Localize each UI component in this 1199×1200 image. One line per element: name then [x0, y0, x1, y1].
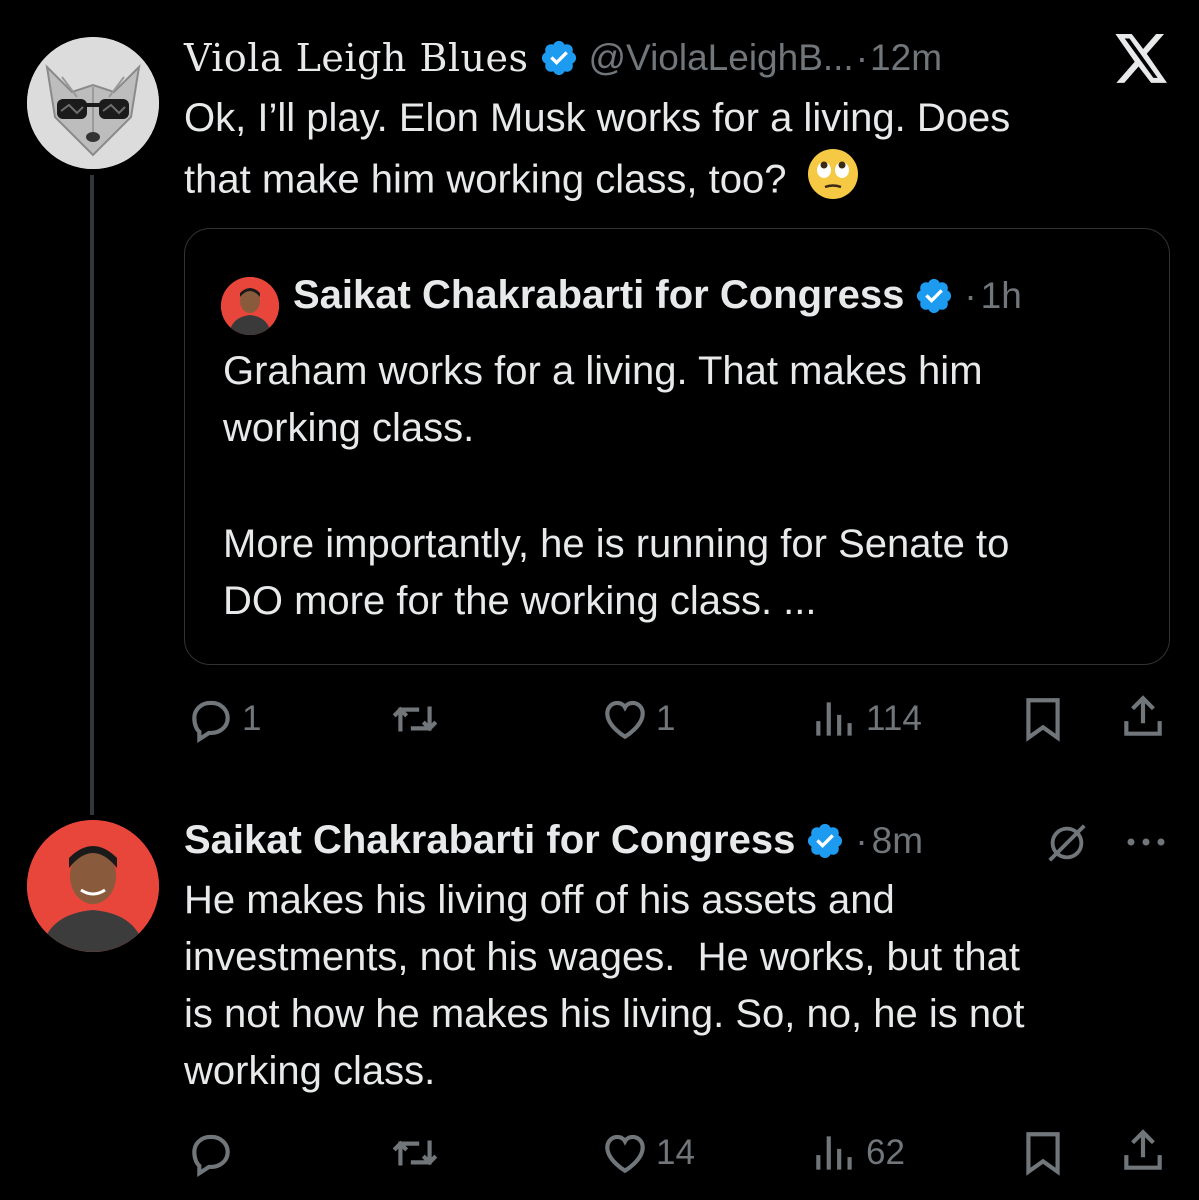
share-icon [1124, 1129, 1162, 1170]
person-avatar-image [221, 277, 279, 335]
tweet2-header: Saikat Chakrabarti for Congress · 8m [184, 818, 923, 863]
tweet1-share-button[interactable] [1118, 692, 1168, 742]
verified-badge-icon [541, 40, 576, 76]
tweet2-text-line2: investments, not his wages. He works, bu… [184, 935, 1020, 979]
tweet1-reply-button[interactable]: 1 [186, 694, 261, 744]
tweet1-view-count: 114 [866, 699, 922, 738]
tweet2-display-name[interactable]: Saikat Chakrabarti for Congress [184, 818, 795, 863]
quote-para2-line2: DO more for the working class. ... [223, 579, 817, 623]
person-avatar-image [27, 820, 159, 952]
tweet1-header: Viola Leigh Blues @ViolaLeighB... · 12m [184, 36, 942, 80]
tweet1-time[interactable]: 12m [870, 37, 942, 79]
eye-roll-emoji-image [807, 149, 858, 199]
bookmark-icon [1026, 698, 1060, 742]
x-logo-icon[interactable] [1114, 34, 1170, 84]
grok-icon[interactable] [1044, 820, 1090, 866]
quoted-tweet-card[interactable]: Saikat Chakrabarti for Congress · 1h Gra… [184, 228, 1170, 665]
tweet1-display-name[interactable]: Viola Leigh Blues [184, 36, 529, 80]
tweet1-text: Ok, I’ll play. Elon Musk works for a liv… [184, 90, 1174, 217]
thread-connector-line [90, 175, 94, 815]
repost-icon [392, 1140, 438, 1166]
quote-display-name: Saikat Chakrabarti for Congress [293, 273, 905, 317]
reply-icon [192, 1134, 230, 1178]
repost-icon [392, 706, 438, 732]
tweet2-like-button[interactable]: 14 [600, 1128, 695, 1178]
heart-icon [605, 1134, 645, 1174]
tweet2-like-count: 14 [656, 1133, 695, 1172]
tweet2-share-button[interactable] [1118, 1126, 1168, 1176]
tweet2-text-line4: working class. [184, 1049, 436, 1093]
tweet2-time[interactable]: 8m [872, 820, 923, 862]
quote-paragraph-gap [223, 457, 1153, 516]
quote-para1-line1: Graham works for a living. That makes hi… [223, 349, 983, 393]
heart-icon [605, 700, 645, 740]
quote-para1-line2: working class. [223, 406, 475, 450]
tweet2-view-count: 62 [866, 1133, 905, 1172]
wolf-avatar-image [27, 37, 159, 169]
share-icon [1124, 695, 1162, 736]
tweet2-bookmark-button[interactable] [1018, 1128, 1068, 1178]
tweet1-views-button[interactable]: 114 [810, 694, 922, 744]
verified-badge-icon [808, 823, 843, 858]
quote-time: 1h [980, 274, 1022, 316]
tweet1-text-line2-wrap: that make him working class, too? [184, 147, 1174, 217]
tweet1-repost-button[interactable] [390, 694, 446, 744]
tweet2-text-line1: He makes his living off of his assets an… [184, 878, 895, 922]
tweet1-text-line2: that make him working class, too? [184, 157, 787, 202]
bookmark-icon [1026, 1132, 1060, 1176]
quote-text: Graham works for a living. That makes hi… [223, 343, 1153, 630]
tweet2-views-button[interactable]: 62 [810, 1128, 905, 1178]
quote-avatar [221, 277, 279, 335]
tweet2-reply-button[interactable] [186, 1128, 242, 1178]
tweet1-reply-count: 1 [242, 699, 262, 738]
tweet1-handle[interactable]: @ViolaLeighB... [589, 37, 854, 79]
tweet1-like-button[interactable]: 1 [600, 694, 675, 744]
tweet2-repost-button[interactable] [390, 1128, 446, 1178]
quote-para2-line1: More importantly, he is running for Sena… [223, 522, 1010, 566]
more-icon[interactable] [1124, 832, 1168, 852]
quote-header: Saikat Chakrabarti for Congress · 1h [293, 273, 1022, 318]
tweet1-text-line1: Ok, I’ll play. Elon Musk works for a liv… [184, 96, 1011, 140]
eye-roll-emoji-icon [806, 147, 860, 217]
avatar-saikat[interactable] [27, 820, 159, 952]
tweet1-separator: · [855, 37, 869, 78]
tweet1-bookmark-button[interactable] [1018, 694, 1068, 744]
quote-separator: · [964, 274, 977, 316]
verified-badge-icon [917, 278, 952, 313]
views-icon [816, 1136, 852, 1170]
tweet2-separator: · [855, 819, 868, 861]
tweet2-text: He makes his living off of his assets an… [184, 872, 1174, 1100]
reply-icon [192, 700, 230, 744]
views-icon [816, 702, 852, 736]
avatar-viola[interactable] [27, 37, 159, 169]
tweet2-text-line3: is not how he makes his living. So, no, … [184, 992, 1025, 1036]
tweet1-like-count: 1 [656, 699, 676, 738]
